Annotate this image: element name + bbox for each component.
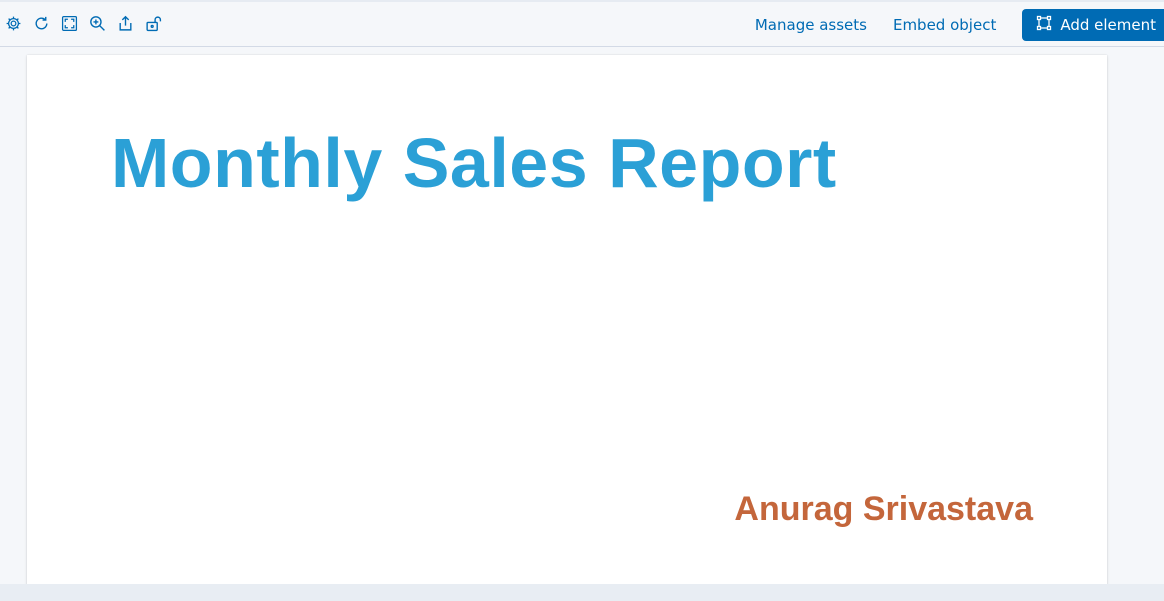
report-author[interactable]: Anurag Srivastava — [734, 490, 1033, 529]
toolbar-actions: Manage assets Embed object Add element — [755, 9, 1164, 41]
embed-object-button[interactable]: Embed object — [893, 16, 996, 34]
add-element-button[interactable]: Add element — [1022, 9, 1164, 41]
add-element-label: Add element — [1060, 16, 1156, 34]
manage-assets-button[interactable]: Manage assets — [755, 16, 867, 34]
workpad-canvas: Monthly Sales Report Anurag Srivastava — [0, 47, 1164, 601]
page-manager-bar — [0, 584, 1164, 601]
workpad-page[interactable]: Monthly Sales Report Anurag Srivastava — [27, 55, 1107, 585]
fullscreen-icon[interactable] — [60, 14, 79, 33]
workpad-toolbar: Manage assets Embed object Add element — [0, 0, 1164, 47]
add-element-icon — [1036, 15, 1052, 35]
zoom-in-icon[interactable] — [88, 14, 107, 33]
report-title[interactable]: Monthly Sales Report — [111, 123, 837, 203]
unlock-icon[interactable] — [144, 14, 163, 33]
toolbar-icon-group — [4, 14, 163, 33]
share-icon[interactable] — [116, 14, 135, 33]
settings-icon[interactable] — [4, 14, 23, 33]
refresh-icon[interactable] — [32, 14, 51, 33]
